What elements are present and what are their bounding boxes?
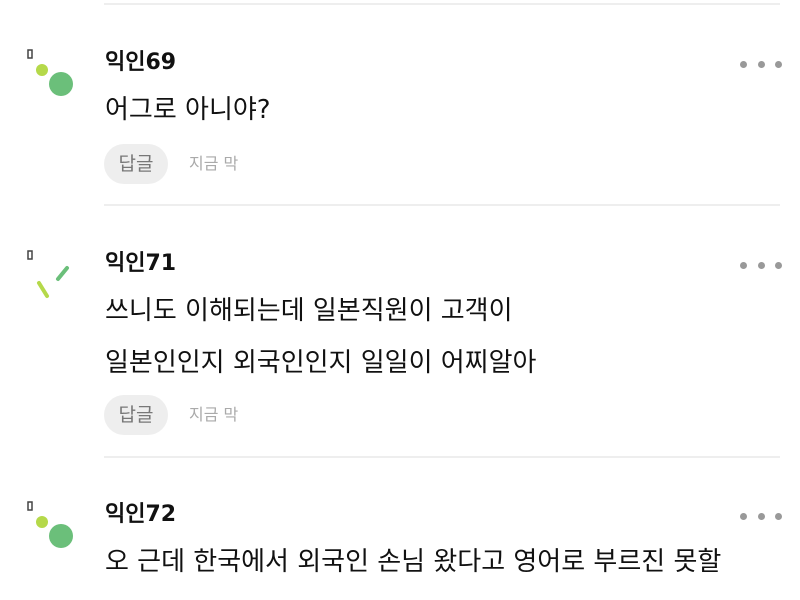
comment-divider	[104, 204, 780, 206]
more-options-button[interactable]	[740, 253, 782, 277]
reply-button[interactable]: 답글	[104, 395, 168, 435]
more-options-button[interactable]	[740, 52, 782, 76]
more-dot-icon	[757, 512, 765, 520]
top-divider	[104, 3, 780, 5]
more-dot-icon	[740, 512, 747, 520]
more-dot-icon	[775, 60, 782, 68]
comment-author[interactable]: 익인69	[105, 48, 176, 78]
comment-timestamp: 지금 막	[189, 154, 239, 173]
green-strokes-avatar-icon	[27, 250, 69, 298]
more-dot-icon	[740, 261, 747, 269]
comment-divider	[104, 456, 780, 458]
comment-text-line: 일본인인지 외국인인지 일일이 어찌알아	[105, 348, 537, 378]
comment-text-line: 어그로 아니야?	[105, 95, 271, 125]
more-dot-icon	[757, 60, 765, 68]
green-dots-avatar-icon	[27, 501, 73, 548]
more-options-button[interactable]	[740, 504, 782, 528]
more-dot-icon	[775, 512, 782, 520]
more-dot-icon	[757, 261, 765, 269]
green-dots-avatar-icon	[27, 49, 73, 96]
comment-text-line: 쓰니도 이해되는데 일본직원이 고객이	[105, 296, 513, 326]
comment-text-line: 오 근데 한국에서 외국인 손님 왔다고 영어로 부르진 못할	[105, 547, 722, 577]
comment-author[interactable]: 익인72	[105, 500, 176, 530]
comment-timestamp: 지금 막	[189, 405, 239, 424]
comment-author[interactable]: 익인71	[105, 249, 176, 279]
more-dot-icon	[775, 261, 782, 269]
more-dot-icon	[740, 60, 747, 68]
reply-button[interactable]: 답글	[104, 144, 168, 184]
